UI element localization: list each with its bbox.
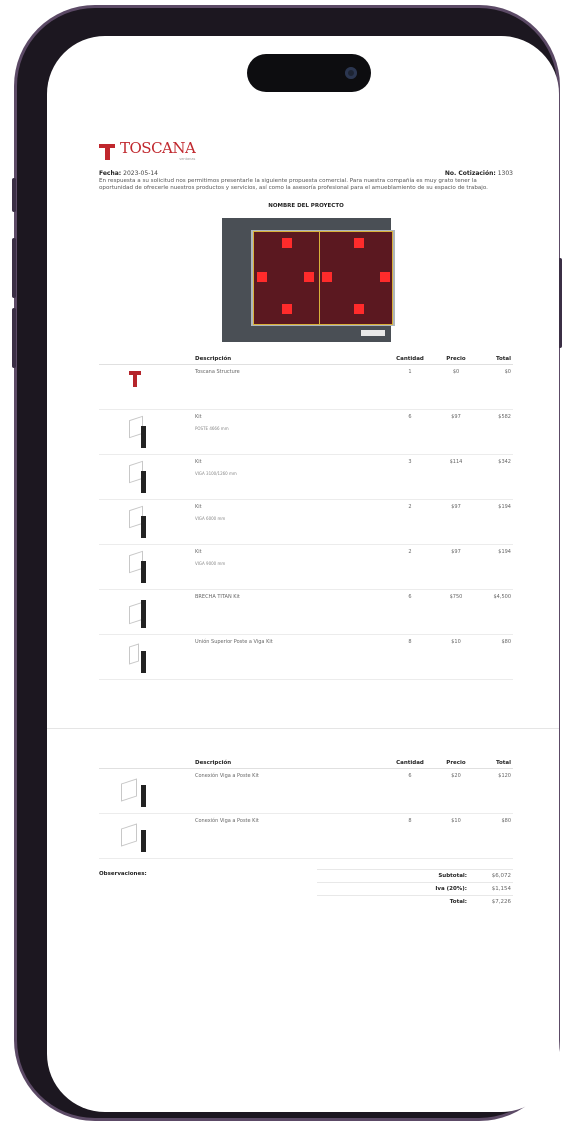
arrow-left-icon (379, 272, 390, 282)
product-thumbnail (101, 369, 165, 405)
table-row: BRECHA TITAN Kit 6 $750 $4,500 (99, 589, 513, 635)
total-value: $7,226 (469, 895, 513, 908)
col-precio: Precio (437, 354, 475, 365)
totals-table: Subtotal: $6,072 Iva (20%): $1,154 Total: $… (317, 869, 513, 908)
quote-document-page-2: Descripción Cantidad Precio Total Conexi… (99, 758, 513, 908)
toscana-logo-icon (99, 142, 115, 160)
col-cantidad: Cantidad (383, 758, 437, 769)
arrow-up-icon (353, 238, 364, 248)
page-break-divider (47, 728, 559, 729)
col-descripcion: Descripción (193, 758, 383, 769)
product-thumbnail (101, 773, 165, 809)
volume-down-button (12, 308, 16, 368)
dynamic-island (247, 54, 371, 92)
iva-label: Iva (20%): (317, 882, 469, 896)
arrow-right-icon (303, 272, 314, 282)
col-descripcion: Descripción (193, 354, 383, 365)
project-render-image (221, 218, 395, 342)
table-row: Kit VIGA 3100/1260 mm 3 $114 $342 (99, 454, 513, 500)
items-table: Descripción Cantidad Precio Total Toscan… (99, 354, 513, 680)
camera-icon (345, 67, 357, 79)
col-total: Total (475, 354, 513, 365)
product-thumbnail (101, 639, 165, 675)
arrow-down-icon (353, 304, 364, 314)
subtotal-label: Subtotal: (317, 869, 469, 883)
brand-tagline: ventanas (179, 157, 196, 161)
product-thumbnail (101, 504, 165, 540)
quote-number-field: No. Cotización: 1303 (444, 170, 513, 177)
product-thumbnail (101, 594, 165, 630)
product-thumbnail (101, 818, 165, 854)
items-table-2: Descripción Cantidad Precio Total Conexi… (99, 758, 513, 859)
volume-up-button (12, 238, 16, 298)
totals-section: Observaciones: Subtotal: $6,072 Iva (20%)… (99, 869, 513, 908)
subtotal-value: $6,072 (469, 869, 513, 883)
brand-logo: TOSCANA ventanas (99, 136, 513, 166)
product-thumbnail (101, 414, 165, 450)
arrow-down-icon (281, 304, 292, 314)
arrow-right-icon (256, 272, 267, 282)
quote-meta: Fecha: 2023-05-14 No. Cotización: 1303 (99, 170, 513, 177)
project-title: NOMBRE DEL PROYECTO (268, 203, 344, 209)
iva-value: $1,154 (469, 882, 513, 896)
table-row: Conexión Viga a Poste Kit 6 $20 $120 (99, 768, 513, 814)
product-thumbnail (101, 549, 165, 585)
phone-screen: TOSCANA ventanas Fecha: 2023-05-14 No. C… (47, 36, 559, 1112)
table-row: Toscana Structure 1 $0 $0 (99, 364, 513, 410)
table-row: Conexión Viga a Poste Kit 8 $10 $80 (99, 813, 513, 859)
quote-document: TOSCANA ventanas Fecha: 2023-05-14 No. C… (99, 136, 513, 680)
table-row: Unión Superior Poste a Viga Kit 8 $10 $8… (99, 634, 513, 680)
date-field: Fecha: 2023-05-14 (99, 170, 158, 177)
phone-frame: TOSCANA ventanas Fecha: 2023-05-14 No. C… (12, 8, 562, 1118)
table-row: Kit VIGA 6000 mm 2 $97 $194 (99, 499, 513, 545)
intro-paragraph: En respuesta a su solicitud nos permitim… (99, 178, 488, 191)
table-row: Kit VIGA 9000 mm 2 $97 $194 (99, 544, 513, 590)
col-precio: Precio (437, 758, 475, 769)
table-row: Kit POSTE 4666 mm 6 $97 $582 (99, 409, 513, 455)
total-label: Total: (317, 895, 469, 908)
brand-name: TOSCANA (120, 139, 196, 157)
arrow-left-icon (321, 272, 332, 282)
col-cantidad: Cantidad (383, 354, 437, 365)
arrow-up-icon (281, 238, 292, 248)
product-thumbnail (101, 459, 165, 495)
col-total: Total (475, 758, 513, 769)
silent-switch (12, 178, 16, 212)
observaciones-label: Observaciones: (99, 871, 147, 877)
